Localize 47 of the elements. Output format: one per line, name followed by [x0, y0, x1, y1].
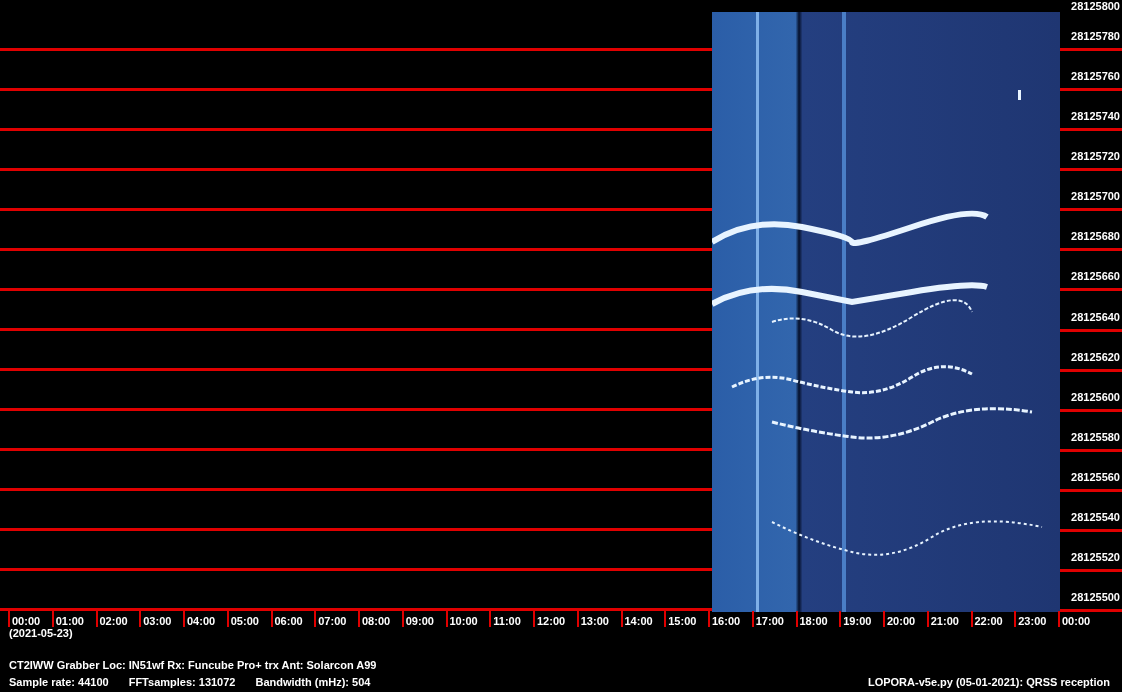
station-info: CT2IWW Grabber Loc: IN51wf Rx: Funcube Pro+ trx Ant: Solarcon A99 [9, 659, 378, 671]
time-axis-label: 13:00 [576, 611, 621, 627]
parameter-label: Sample rate: 44100 [9, 676, 109, 688]
time-axis-label: 00:00 [8, 611, 52, 627]
time-axis-label: 16:00 [708, 611, 752, 627]
frequency-axis-label: 28125500 [1071, 590, 1120, 603]
time-axis-label: 04:00 [183, 611, 227, 627]
time-axis-label: 00:00 [1058, 611, 1102, 627]
time-axis-label: 02:00 [95, 611, 140, 627]
time-axis-label: 06:00 [270, 611, 315, 627]
frequency-axis-label: 28125760 [1071, 70, 1120, 83]
frequency-axis-label: 28125640 [1071, 310, 1120, 323]
time-axis-label: 18:00 [795, 611, 840, 627]
parameter-label: FFTsamples: 131072 [128, 676, 236, 688]
time-axis-label: 11:00 [489, 611, 533, 627]
time-axis-label: 01:00 [51, 611, 96, 627]
time-axis-label: 17:00 [751, 611, 796, 627]
time-axis-label: 21:00 [926, 611, 971, 627]
time-axis-label: 03:00 [139, 611, 183, 627]
time-axis-label: 05:00 [226, 611, 271, 627]
frequency-axis-label: 28125660 [1071, 270, 1120, 283]
time-axis-label: 09:00 [401, 611, 446, 627]
time-axis-label: 12:00 [533, 611, 577, 627]
time-axis-label: 15:00 [664, 611, 708, 627]
parameter-label: Bandwidth (mHz): 504 [255, 676, 371, 688]
frequency-axis-label: 28125700 [1071, 190, 1120, 203]
frequency-axis-label: 28125740 [1071, 110, 1120, 123]
time-axis-label: 14:00 [620, 611, 665, 627]
time-axis-label: 23:00 [1014, 611, 1058, 627]
time-axis-label: 22:00 [970, 611, 1015, 627]
frequency-axis-label: 28125620 [1071, 350, 1120, 363]
program-info: LOPORA-v5e.py (05-01-2021): QRSS reception [867, 676, 1110, 688]
frequency-axis-label: 28125600 [1071, 390, 1120, 403]
frequency-axis-label: 28125780 [1071, 30, 1120, 43]
frequency-axis-label: 28125720 [1071, 150, 1120, 163]
time-axis-label: 08:00 [358, 611, 402, 627]
frequency-axis-label: 28125800 [1071, 0, 1120, 12]
frequency-axis-label: 28125680 [1071, 230, 1120, 243]
frequency-axis-label: 28125540 [1071, 510, 1120, 523]
frequency-axis-label: 28125520 [1071, 550, 1120, 563]
date-label: (2021-05-23) [9, 627, 74, 639]
frequency-axis-label: 28125560 [1071, 470, 1120, 483]
frequency-axis-label: 28125580 [1071, 430, 1120, 443]
time-axis-label: 07:00 [314, 611, 358, 627]
time-axis-label: 19:00 [839, 611, 883, 627]
time-axis-label: 20:00 [883, 611, 927, 627]
time-axis-label: 10:00 [445, 611, 490, 627]
